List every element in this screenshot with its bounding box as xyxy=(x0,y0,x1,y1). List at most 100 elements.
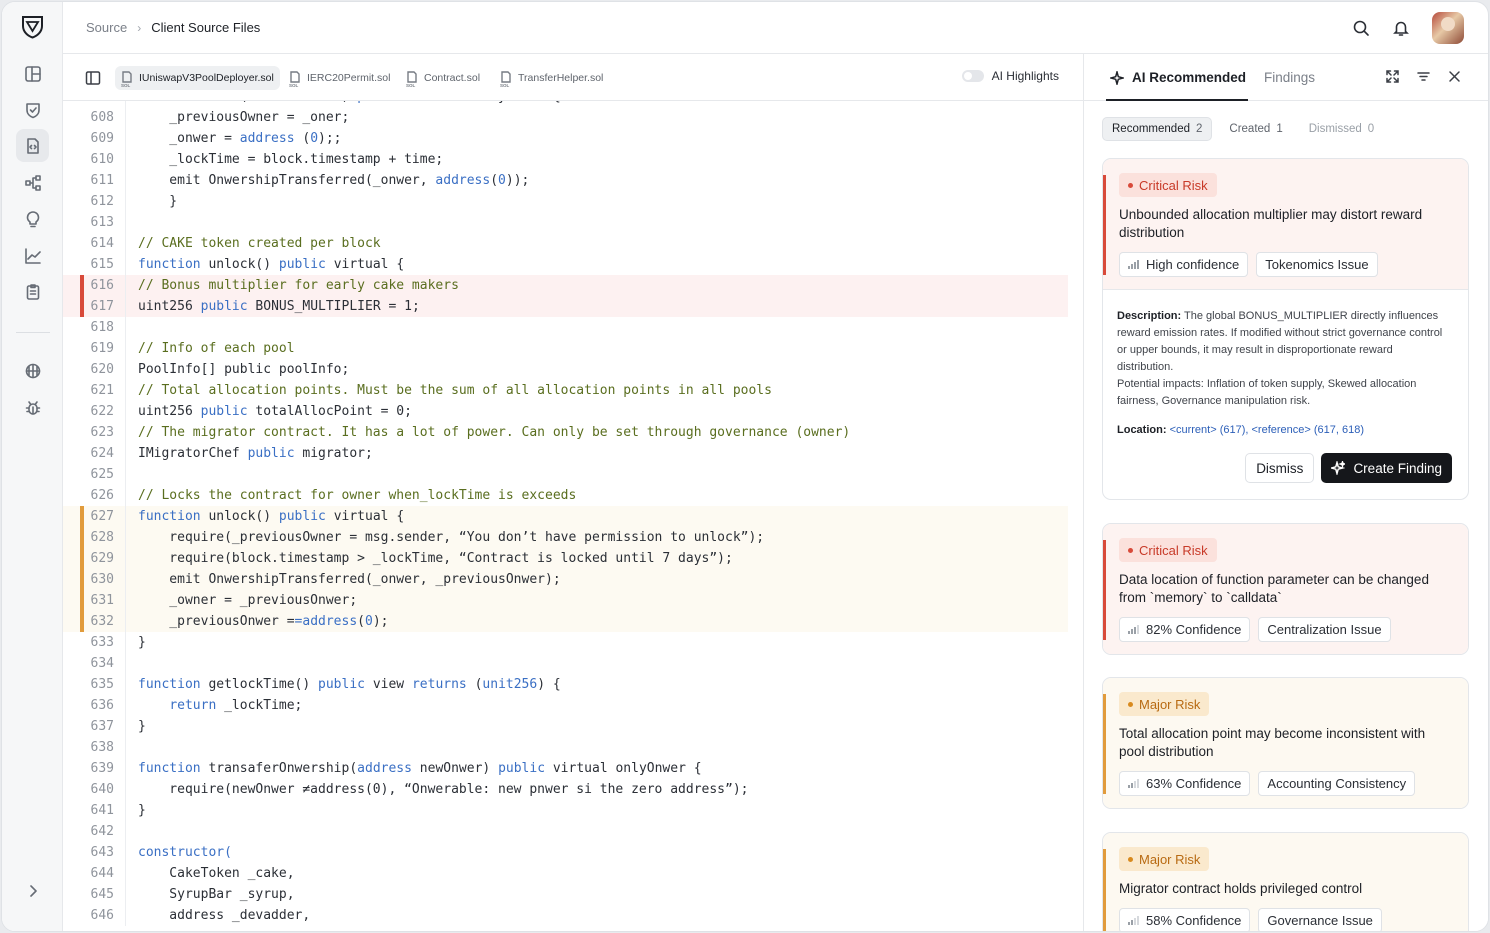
finding-card[interactable]: Critical Risk Data location of function … xyxy=(1102,523,1469,655)
source-code-file-icon[interactable] xyxy=(16,129,49,162)
line-number: 629 xyxy=(90,551,114,566)
line-number: 622 xyxy=(90,404,114,419)
file-tab-2[interactable]: SOL IERC20Permit.sol xyxy=(283,66,396,90)
finding-card-header[interactable]: Major Risk Total allocation point may be… xyxy=(1103,678,1468,808)
code-text: function lock(uint256 time) public virtu… xyxy=(126,101,561,104)
code-line[interactable]: 612 } xyxy=(63,191,1068,212)
code-text: _onwer = address (0);; xyxy=(138,131,342,146)
code-line[interactable]: 631 _owner = _previousOnwer; xyxy=(63,590,1068,611)
expand-icon[interactable] xyxy=(1386,70,1399,83)
code-line[interactable]: 609 _onwer = address (0);; xyxy=(63,128,1068,149)
line-number: 628 xyxy=(90,530,114,545)
code-line[interactable]: 610 _lockTime = block.timestamp + time; xyxy=(63,149,1068,170)
tab-findings[interactable]: Findings xyxy=(1264,70,1315,85)
search-icon[interactable] xyxy=(1352,19,1370,37)
code-text: emit OnwershipTransferred(_onwer, _previ… xyxy=(138,572,561,587)
line-number: 641 xyxy=(90,803,114,818)
code-line[interactable]: 629 require(block.timestamp > _lockTime,… xyxy=(63,548,1068,569)
code-line[interactable]: 625 xyxy=(63,464,1068,485)
create-finding-button[interactable]: Create Finding xyxy=(1321,453,1452,483)
close-icon[interactable] xyxy=(1448,70,1461,83)
finding-actions: Dismiss Create Finding xyxy=(1117,439,1452,499)
code-line[interactable]: 645 SyrupBar _syrup, xyxy=(63,884,1068,905)
finding-card[interactable]: Major Risk Total allocation point may be… xyxy=(1102,677,1469,809)
code-line[interactable]: 624 IMigratorChef public migrator; xyxy=(63,443,1068,464)
code-line[interactable]: 628 require(_previousOwner = msg.sender,… xyxy=(63,527,1068,548)
code-line[interactable]: 613 xyxy=(63,212,1068,233)
code-text: } xyxy=(138,719,146,734)
graph-nodes-icon[interactable] xyxy=(16,166,49,199)
expand-chevron-right-icon[interactable] xyxy=(16,874,49,907)
logo-shield-icon[interactable] xyxy=(20,14,45,39)
code-line[interactable]: 616 // Bonus multiplier for early cake ma… xyxy=(63,275,1068,296)
code-line[interactable]: 635 function getlockTime() public view re… xyxy=(63,674,1068,695)
filter-created[interactable]: Created 1 xyxy=(1220,117,1291,141)
shield-check-icon[interactable] xyxy=(16,93,49,126)
clipboard-icon[interactable] xyxy=(16,275,49,308)
code-line[interactable]: 614 // CAKE token created per block xyxy=(63,233,1068,254)
location-links[interactable]: <current> (617), <reference> (617, 618) xyxy=(1170,424,1364,436)
code-line[interactable]: 636 return _lockTime; xyxy=(63,695,1068,716)
lightbulb-icon[interactable] xyxy=(16,202,49,235)
bug-icon[interactable] xyxy=(16,391,49,424)
code-line[interactable]: 640 require(newOnwer ≠address(0), “Onwer… xyxy=(63,779,1068,800)
code-line[interactable]: 611 emit OnwershipTransferred(_onwer, ad… xyxy=(63,170,1068,191)
code-line[interactable]: 617 uint256 public BONUS_MULTIPLIER = 1; xyxy=(63,296,1068,317)
finding-card[interactable]: Critical Risk Unbounded allocation multi… xyxy=(1102,158,1469,500)
line-chart-icon[interactable] xyxy=(16,239,49,272)
code-line[interactable]: 620 PoolInfo[] public poolInfo; xyxy=(63,359,1068,380)
code-line[interactable]: 638 xyxy=(63,737,1068,758)
finding-card-header[interactable]: Critical Risk Unbounded allocation multi… xyxy=(1103,159,1468,289)
file-tab-4[interactable]: SOL TransferHelper.sol xyxy=(494,66,609,90)
code-line[interactable]: 637} xyxy=(63,716,1068,737)
breadcrumb-source[interactable]: Source xyxy=(86,20,127,35)
code-line[interactable]: 630 emit OnwershipTransferred(_onwer, _p… xyxy=(63,569,1068,590)
dashboard-icon[interactable] xyxy=(16,57,49,90)
code-text: } xyxy=(138,635,146,650)
file-tab-1[interactable]: SOL IUniswapV3PoolDeployer.sol xyxy=(115,66,280,90)
filter-count: 2 xyxy=(1195,123,1203,135)
code-line[interactable]: 622 uint256 public totalAllocPoint = 0; xyxy=(63,401,1068,422)
finding-card-header[interactable]: Major Risk Migrator contract holds privi… xyxy=(1103,833,1468,931)
file-tab-3[interactable]: SOL Contract.sol xyxy=(400,66,486,90)
code-line[interactable]: 623 // The migrator contract. It has a lo… xyxy=(63,422,1068,443)
ai-highlights-switch[interactable] xyxy=(961,70,984,82)
code-line[interactable]: 608 _previousOwner = _oner; xyxy=(63,107,1068,128)
gutter-divider xyxy=(125,821,126,842)
filter-dismissed[interactable]: Dismissed 0 xyxy=(1300,117,1383,141)
finding-card[interactable]: Major Risk Migrator contract holds privi… xyxy=(1102,832,1469,931)
tab-ai-recommended[interactable]: AI Recommended xyxy=(1110,70,1246,85)
code-line[interactable]: 643 constructor( xyxy=(63,842,1068,863)
filter-count: 0 xyxy=(1367,123,1375,135)
line-number: 646 xyxy=(90,908,114,923)
code-line[interactable]: 642 xyxy=(63,821,1068,842)
code-line[interactable]: 621 // Total allocation points. Must be t… xyxy=(63,380,1068,401)
line-number: 618 xyxy=(90,320,114,335)
line-number: 637 xyxy=(90,719,114,734)
code-line[interactable]: 633} xyxy=(63,632,1068,653)
code-line[interactable]: 646 address _devadder, xyxy=(63,905,1068,926)
code-line[interactable]: 618 xyxy=(63,317,1068,338)
filter-icon[interactable] xyxy=(1417,70,1430,83)
plugin-grid-icon[interactable] xyxy=(16,354,49,387)
sidebar-toggle-icon[interactable] xyxy=(85,70,101,86)
code-line[interactable]: 644 CakeToken _cake, xyxy=(63,863,1068,884)
code-editor[interactable]: 607function lock(uint256 time) public vi… xyxy=(63,101,1083,931)
filter-recommended[interactable]: Recommended 2 xyxy=(1102,117,1213,141)
code-line[interactable]: 615 function unlock() public virtual { xyxy=(63,254,1068,275)
code-lines: 607function lock(uint256 time) public vi… xyxy=(63,101,1068,926)
code-line[interactable]: 627 function unlock() public virtual { xyxy=(63,506,1068,527)
code-line[interactable]: 641} xyxy=(63,800,1068,821)
code-line[interactable]: 632 _previousOnwer ==address(0); xyxy=(63,611,1068,632)
bell-icon[interactable] xyxy=(1392,19,1410,37)
dismiss-button[interactable]: Dismiss xyxy=(1245,453,1315,483)
code-line[interactable]: 634 xyxy=(63,653,1068,674)
filter-label: Recommended xyxy=(1112,123,1190,135)
ai-highlights-toggle[interactable]: AI Highlights xyxy=(961,69,1059,83)
avatar[interactable] xyxy=(1432,12,1464,44)
code-line[interactable]: 626 // Locks the contract for owner when_… xyxy=(63,485,1068,506)
code-line[interactable]: 619 // Info of each pool xyxy=(63,338,1068,359)
finding-card-header[interactable]: Critical Risk Data location of function … xyxy=(1103,524,1468,654)
sol-file-icon: SOL xyxy=(406,71,418,88)
code-line[interactable]: 639 function transaferOnwership(address n… xyxy=(63,758,1068,779)
